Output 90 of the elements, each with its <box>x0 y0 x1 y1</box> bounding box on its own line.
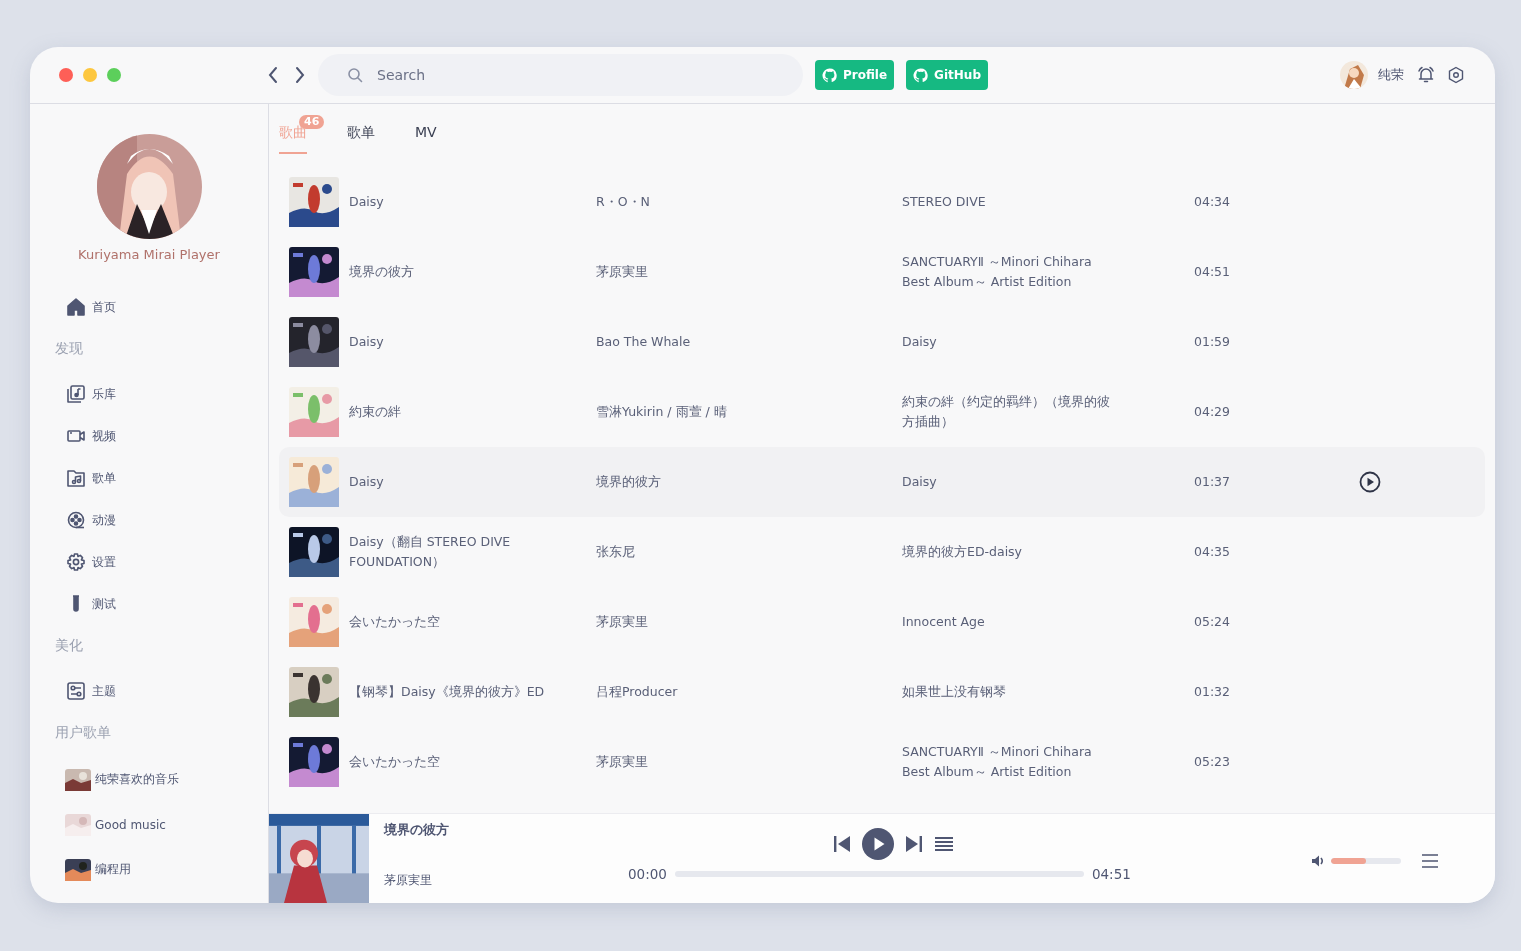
song-artist: R・O・N <box>596 193 651 211</box>
song-artist: 茅原実里 <box>596 753 649 771</box>
music-library-icon <box>66 384 86 404</box>
song-duration: 04:35 <box>1193 543 1231 561</box>
song-row[interactable]: Daisy（翻自 STEREO DIVE FOUNDATION） 张东尼 境界的彼方ED-daisy 04:35 <box>279 517 1485 587</box>
song-title: Daisy <box>348 333 385 351</box>
song-title: Daisy <box>348 193 385 211</box>
song-duration: 04:51 <box>1193 263 1231 281</box>
sidebar-item[interactable]: 歌单 <box>66 457 116 499</box>
song-row[interactable]: 会いたかった空 茅原実里 Innocent Age 05:24 <box>279 587 1485 657</box>
playlist-item[interactable]: 纯荣喜欢的音乐 <box>65 757 179 802</box>
film-reel-icon <box>66 510 86 530</box>
song-row[interactable]: Daisy R・O・N STEREO DIVE 04:34 <box>279 167 1485 237</box>
sidebar-item[interactable]: 乐库 <box>66 373 116 415</box>
tab[interactable]: MV <box>415 124 437 152</box>
total-time: 04:51 <box>1091 866 1131 882</box>
music-folder-icon <box>66 468 86 488</box>
song-row[interactable]: 【钢琴】Daisy《境界的彼方》ED 吕程Producer 如果世上没有钢琴 01:32 <box>279 657 1485 727</box>
song-artist: Bao The Whale <box>596 333 692 351</box>
song-duration: 01:37 <box>1193 473 1231 491</box>
section-heading: 发现 <box>55 339 83 358</box>
song-title: 境界の彼方 <box>348 263 415 281</box>
song-album: Daisy <box>902 333 938 351</box>
search-field[interactable]: Search <box>318 54 803 96</box>
song-album: Daisy <box>902 473 938 491</box>
song-album: 約束の絆（约定的羁绊）（境界的彼方插曲） <box>902 393 1111 431</box>
song-album: 境界的彼方ED-daisy <box>902 543 1023 561</box>
song-artist: 雪淋Yukirin / 雨萱 / 晴 <box>596 403 728 421</box>
window-control[interactable] <box>59 68 73 82</box>
home-icon <box>66 297 86 317</box>
playlist-icon[interactable] <box>934 836 955 852</box>
sidebar-item[interactable]: 视频 <box>66 415 116 457</box>
track-artist: 茅原実里 <box>384 872 433 889</box>
song-album: SANCTUARYⅡ ～Minori Chihara Best Album～ Artist Edition <box>902 743 1093 781</box>
song-title: Daisy（翻自 STEREO DIVE FOUNDATION） <box>348 533 512 571</box>
sidebar-item[interactable]: 首页 <box>66 286 116 328</box>
song-row[interactable]: 境界の彼方 茅原実里 SANCTUARYⅡ ～Minori Chihara Best Album～ Artist Edition 04:51 <box>279 237 1485 307</box>
sidebar-item[interactable]: 测试 <box>66 583 116 625</box>
song-row[interactable]: Daisy Bao The Whale Daisy 01:59 <box>279 307 1485 377</box>
play-icon[interactable] <box>862 828 895 860</box>
song-title: 【钢琴】Daisy《境界的彼方》ED <box>348 683 546 701</box>
logo-icon <box>913 67 929 83</box>
bell-icon[interactable] <box>1417 66 1435 84</box>
playlist-item[interactable]: 编程用 <box>65 847 131 892</box>
song-artist: 境界的彼方 <box>596 473 662 491</box>
track-title: 境界の彼方 <box>384 821 450 839</box>
user-name[interactable]: 纯荣 <box>1378 66 1404 84</box>
song-title: 会いたかった空 <box>348 753 441 771</box>
song-duration: 01:59 <box>1193 333 1231 351</box>
song-artist: 茅原実里 <box>596 613 649 631</box>
next-icon[interactable] <box>904 834 925 854</box>
playlist-item[interactable]: Good music <box>65 802 166 847</box>
song-duration: 04:29 <box>1193 403 1231 421</box>
settings-icon <box>66 552 86 572</box>
song-title: Daisy <box>348 473 385 491</box>
settings-icon[interactable] <box>1447 66 1465 84</box>
forward-icon[interactable] <box>294 66 306 84</box>
search-icon <box>347 67 363 83</box>
volume-slider[interactable] <box>1330 857 1401 864</box>
song-album: Innocent Age <box>902 613 986 631</box>
sidebar-item[interactable]: 动漫 <box>66 499 116 541</box>
section-heading: 用户歌单 <box>55 723 111 742</box>
logo-icon <box>822 67 837 83</box>
back-icon[interactable] <box>267 66 279 84</box>
song-artist: 吕程Producer <box>596 683 679 701</box>
song-album: SANCTUARYⅡ ～Minori Chihara Best Album～ Artist Edition <box>902 253 1093 291</box>
song-row[interactable]: Daisy 境界的彼方 Daisy 01:37 <box>279 447 1485 517</box>
previous-icon[interactable] <box>832 834 853 854</box>
song-album: STEREO DIVE <box>902 193 987 211</box>
song-album: 如果世上没有钢琴 <box>902 683 1007 701</box>
elapsed-time: 00:00 <box>628 866 667 882</box>
song-duration: 05:24 <box>1193 613 1231 631</box>
volume-icon[interactable] <box>1310 853 1325 868</box>
sidebar-item[interactable]: 设置 <box>66 541 116 583</box>
song-artist: 张东尼 <box>596 543 636 561</box>
tab[interactable]: 歌单 <box>347 124 375 154</box>
song-duration: 04:34 <box>1193 193 1231 211</box>
song-title: 約束の絆 <box>348 403 402 421</box>
song-row[interactable]: 約束の絆 雪淋Yukirin / 雨萱 / 晴 約束の絆（约定的羁绊）（境界的彼方插曲） 04:29 <box>279 377 1485 447</box>
song-title: 会いたかった空 <box>348 613 441 631</box>
menu-icon[interactable] <box>1420 852 1439 869</box>
song-row[interactable]: 会いたかった空 茅原実里 SANCTUARYⅡ ～Minori Chihara Best Album～ Artist Edition 05:23 <box>279 727 1485 797</box>
sidebar-item[interactable]: 主题 <box>66 670 116 712</box>
song-artist: 茅原実里 <box>596 263 649 281</box>
section-heading: 美化 <box>55 636 83 655</box>
sliders-icon <box>66 681 86 701</box>
song-duration: 05:23 <box>1193 753 1231 771</box>
song-duration: 01:32 <box>1193 683 1231 701</box>
app-name: Kuriyama Mirai Player <box>78 246 220 264</box>
play-icon[interactable] <box>1359 471 1381 493</box>
